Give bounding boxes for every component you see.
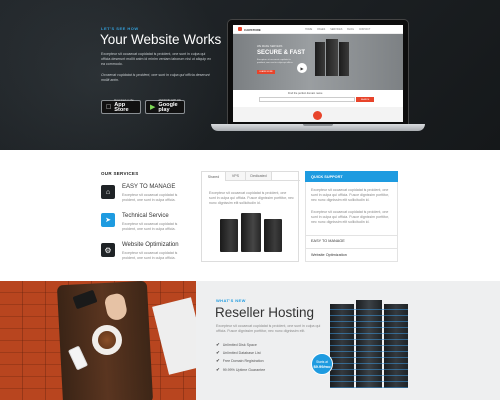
tab-shared[interactable]: Shared xyxy=(202,172,226,181)
service-description: Excepteur sit occaecat cupidatat is proi… xyxy=(122,251,178,260)
play-store-icon: ▶ xyxy=(150,103,156,111)
home-icon: ⌂ xyxy=(101,185,115,199)
services-heading: OUR SERVICES xyxy=(101,171,139,176)
check-icon: ✔ xyxy=(216,350,220,355)
service-description: Excepteur sit occaecat cupidatat is proi… xyxy=(122,193,178,202)
accordion-easy-to-manage[interactable]: EASY TO MANAGE xyxy=(311,239,345,243)
screen-play-icon: ▶ xyxy=(297,63,307,73)
promo-kicker: WHAT'S NEW xyxy=(216,298,246,303)
quick-support-header[interactable]: QUICK SUPPORT xyxy=(305,171,398,182)
service-item: ➤ xyxy=(101,213,115,227)
check-icon: ✔ xyxy=(216,367,220,372)
service-title: EASY TO MANAGE xyxy=(122,184,176,190)
server-icon xyxy=(241,213,261,252)
screen-domain-input xyxy=(259,97,355,102)
service-title: Technical Service xyxy=(122,213,169,219)
coffee-table-photo xyxy=(0,281,196,400)
tab-vps[interactable]: VPS xyxy=(226,172,246,181)
service-item: ⌂ xyxy=(101,185,115,199)
gear-icon: ⚙ xyxy=(101,243,115,257)
service-title: Website Optimization xyxy=(122,242,179,248)
promo-title: Reseller Hosting xyxy=(215,305,315,320)
feature-item: ✔ 99.99% Uptime Guarantee xyxy=(216,367,266,372)
feature-item: ✔ Unlimited Database List xyxy=(216,350,261,355)
screen-server-icon xyxy=(339,42,349,76)
paper-plane-icon: ➤ xyxy=(101,213,115,227)
promo-text: Excepteur sit occaecat cupidatat is proi… xyxy=(216,324,321,333)
hero-title: Your Website Works xyxy=(100,32,222,47)
app-store-button[interactable]:  Download on theApp Store xyxy=(101,99,141,114)
accordion-website-optimization[interactable]: Website Optimization xyxy=(311,253,347,257)
tab-content-text: Excepteur sit occaecat cupidatat is proi… xyxy=(209,191,294,205)
hero-paragraph: Excepteur sit occaecat cupidatat is proi… xyxy=(101,52,211,66)
service-description: Excepteur sit occaecat cupidatat is proi… xyxy=(122,222,178,231)
apple-icon:  xyxy=(106,104,111,111)
screen-feature-icon xyxy=(313,111,322,120)
hosting-tabs-panel: Shared VPS Dedicated Excepteur sit occae… xyxy=(201,171,300,262)
service-item: ⚙ xyxy=(101,243,115,257)
screen-nav: HOME PAGES SERVICES BLOG CONTACT xyxy=(305,28,371,31)
feature-item: ✔ Unlimited Disk Space xyxy=(216,342,257,347)
quick-support-text: Excepteur sit occaecat cupidatat is proi… xyxy=(311,188,390,202)
server-icon xyxy=(220,219,238,252)
feature-item: ✔ Free Domain Registration xyxy=(216,358,264,363)
screen-logo: CARSTORE xyxy=(244,27,261,32)
check-icon: ✔ xyxy=(216,342,220,347)
screen-server-icon xyxy=(315,42,325,76)
check-icon: ✔ xyxy=(216,358,220,363)
hero-paragraph-italic: Occaecat cupidatat is proident, one sunt… xyxy=(101,73,210,82)
hero-section: LET'S SEE HOW Your Website Works Excepte… xyxy=(0,0,500,150)
laptop-website-preview: CARSTORE HOME PAGES SERVICES BLOG CONTACT WE… xyxy=(233,25,403,122)
price-badge: Starts at $9.99/mo xyxy=(311,353,333,375)
screen-server-icon xyxy=(326,39,338,76)
quick-support-text: Excepteur sit occaecat cupidatat is proi… xyxy=(311,210,390,224)
screen-logo-icon xyxy=(238,27,242,31)
google-play-button[interactable]: ▶ ANDROID APP ON Google play xyxy=(145,99,185,114)
server-icon xyxy=(264,219,282,252)
tab-dedicated[interactable]: Dedicated xyxy=(246,172,272,181)
hero-kicker: LET'S SEE HOW xyxy=(101,26,139,31)
